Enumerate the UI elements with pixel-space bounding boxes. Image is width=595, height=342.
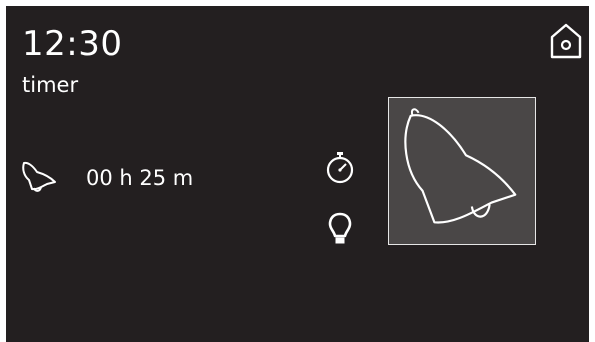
- bell-icon: [22, 161, 56, 192]
- light-button[interactable]: [328, 212, 352, 246]
- stopwatch-icon: [326, 152, 354, 184]
- timer-value: 00 h 25 m: [86, 166, 194, 190]
- timer-row[interactable]: 00 h 25 m: [20, 158, 193, 198]
- mode-label: timer: [22, 73, 79, 97]
- oven-display: 12:30 timer 00 h 25 m: [6, 6, 589, 342]
- clock-time: 12:30: [22, 24, 123, 64]
- bell-icon: [404, 108, 517, 224]
- home-icon: [550, 23, 582, 59]
- timer-bell-button[interactable]: [388, 97, 536, 245]
- home-button[interactable]: [548, 20, 584, 62]
- light-bulb-icon: [328, 212, 352, 244]
- stopwatch-button[interactable]: [325, 150, 355, 184]
